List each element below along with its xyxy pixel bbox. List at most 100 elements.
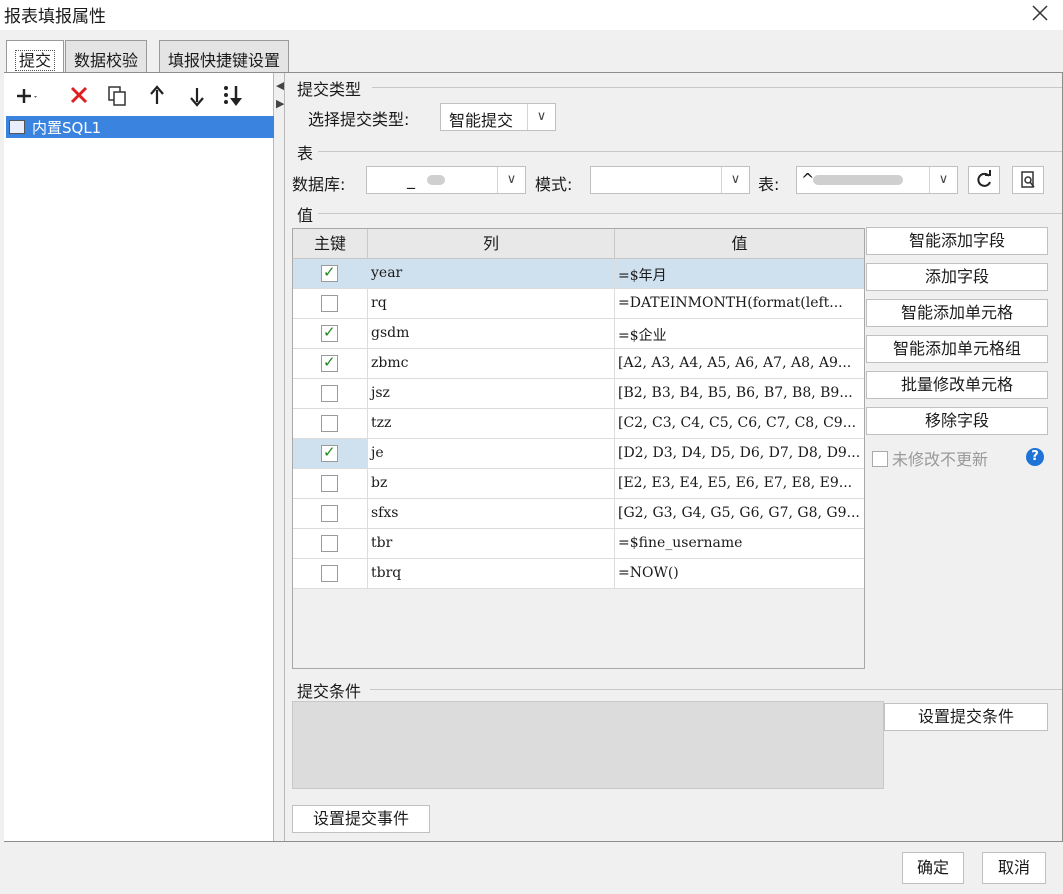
value-cell[interactable]: [D2, D3, D4, D5, D6, D7, D8, D9... <box>615 439 864 468</box>
primary-key-checkbox[interactable] <box>321 505 338 522</box>
table-row[interactable]: rq =DATEINMONTH(format(left... <box>293 289 864 319</box>
delete-icon[interactable] <box>66 82 94 110</box>
submit-type-group-title: 提交类型 <box>297 80 362 99</box>
tab-shortcut-settings-label: 填报快捷键设置 <box>168 51 281 70</box>
help-icon[interactable]: ? <box>1026 448 1044 466</box>
value-cell[interactable]: [C2, C3, C4, C5, C6, C7, C8, C9... <box>615 409 864 438</box>
refresh-icon[interactable] <box>968 166 1000 194</box>
primary-key-checkbox[interactable] <box>321 565 338 582</box>
column-name-cell[interactable]: gsdm <box>368 319 615 348</box>
column-name-cell[interactable]: sfxs <box>368 499 615 528</box>
smart-add-cell-button[interactable]: 智能添加单元格 <box>866 299 1048 327</box>
table-row[interactable]: bz [E2, E3, E4, E5, E6, E7, E8, E9... <box>293 469 864 499</box>
sql-table-icon <box>9 120 25 134</box>
checkbox-box <box>872 451 888 467</box>
primary-key-checkbox[interactable] <box>321 535 338 552</box>
remove-field-button[interactable]: 移除字段 <box>866 407 1048 435</box>
primary-key-cell <box>293 529 368 558</box>
value-cell[interactable]: [B2, B3, B4, B5, B6, B7, B8, B9... <box>615 379 864 408</box>
table-label: 表: <box>758 175 780 194</box>
redacted-mask <box>813 175 903 185</box>
arrow-down-icon[interactable] <box>184 82 212 110</box>
chevron-down-icon: ∨ <box>929 167 957 193</box>
cancel-button[interactable]: 取消 <box>982 852 1046 884</box>
value-group-title: 值 <box>297 206 314 225</box>
column-header-column[interactable]: 列 <box>368 229 615 259</box>
divider <box>318 213 1062 214</box>
database-select[interactable]: _ ∨ <box>366 166 526 194</box>
chevron-down-icon: ∨ <box>497 167 525 193</box>
set-submit-condition-button[interactable]: 设置提交条件 <box>884 703 1048 731</box>
batch-modify-cell-button[interactable]: 批量修改单元格 <box>866 371 1048 399</box>
value-cell[interactable]: [A2, A3, A4, A5, A6, A7, A8, A9... <box>615 349 864 378</box>
arrow-up-icon[interactable] <box>144 82 172 110</box>
primary-key-checkbox[interactable]: ✓ <box>321 353 338 372</box>
tab-shortcut-settings[interactable]: 填报快捷键设置 <box>159 40 290 73</box>
submit-type-select[interactable]: 智能提交 ∨ <box>440 103 556 131</box>
value-cell[interactable]: =$年月 <box>615 259 864 288</box>
divider <box>318 151 1062 152</box>
schema-label: 模式: <box>535 175 573 194</box>
tree-item-sql[interactable]: 内置SQL1 <box>6 116 274 138</box>
column-name-cell[interactable]: year <box>368 259 615 288</box>
pane-splitter[interactable]: ◀ ▶ <box>276 73 284 841</box>
primary-key-checkbox[interactable]: ✓ <box>321 443 338 462</box>
redacted-mask <box>427 175 445 185</box>
column-header-primary-key[interactable]: 主键 <box>293 229 368 259</box>
tab-data-validation-label: 数据校验 <box>74 51 139 70</box>
sort-icon[interactable] <box>220 82 248 110</box>
tab-submit[interactable]: 提交 <box>6 40 65 74</box>
table-row[interactable]: ✓ zbmc [A2, A3, A4, A5, A6, A7, A8, A9... <box>293 349 864 379</box>
value-cell[interactable]: =DATEINMONTH(format(left... <box>615 289 864 318</box>
primary-key-checkbox[interactable] <box>321 415 338 432</box>
column-name-cell[interactable]: tbrq <box>368 559 615 588</box>
window-title: 报表填报属性 <box>4 7 106 27</box>
table-row[interactable]: ✓ gsdm =$企业 <box>293 319 864 349</box>
plus-icon[interactable] <box>12 82 40 110</box>
smart-add-field-button[interactable]: 智能添加字段 <box>866 227 1048 255</box>
column-name-cell[interactable]: tzz <box>368 409 615 438</box>
preview-table-icon[interactable] <box>1012 166 1044 194</box>
primary-key-checkbox[interactable]: ✓ <box>321 323 338 342</box>
primary-key-checkbox[interactable]: ✓ <box>321 263 338 282</box>
primary-key-checkbox[interactable] <box>321 295 338 312</box>
ok-button[interactable]: 确定 <box>902 852 964 884</box>
value-cell[interactable]: [G2, G3, G4, G5, G6, G7, G8, G9... <box>615 499 864 528</box>
tab-data-validation[interactable]: 数据校验 <box>65 40 148 73</box>
primary-key-checkbox[interactable] <box>321 385 338 402</box>
no-update-unmodified-checkbox[interactable]: 未修改不更新 <box>872 446 988 470</box>
add-field-button[interactable]: 添加字段 <box>866 263 1048 291</box>
value-cell[interactable]: =$企业 <box>615 319 864 348</box>
column-name-cell[interactable]: rq <box>368 289 615 318</box>
column-name-cell[interactable]: je <box>368 439 615 468</box>
divider <box>370 689 1062 690</box>
dialog-footer: 确定 取消 <box>0 842 1063 894</box>
value-cell[interactable]: =$fine_username <box>615 529 864 558</box>
column-header-value[interactable]: 值 <box>615 229 864 259</box>
check-icon: ✓ <box>323 263 336 281</box>
table-row[interactable]: sfxs [G2, G3, G4, G5, G6, G7, G8, G9... <box>293 499 864 529</box>
copy-icon[interactable] <box>104 82 132 110</box>
value-cell[interactable]: [E2, E3, E4, E5, E6, E7, E8, E9... <box>615 469 864 498</box>
column-name-cell[interactable]: jsz <box>368 379 615 408</box>
primary-key-cell: ✓ <box>293 259 368 288</box>
submit-type-label: 选择提交类型: <box>308 110 410 129</box>
column-name-cell[interactable]: bz <box>368 469 615 498</box>
table-row[interactable]: ✓ je [D2, D3, D4, D5, D6, D7, D8, D9... <box>293 439 864 469</box>
table-row[interactable]: tbr =$fine_username <box>293 529 864 559</box>
table-row[interactable]: tbrq =NOW() <box>293 559 864 589</box>
primary-key-checkbox[interactable] <box>321 475 338 492</box>
close-icon[interactable] <box>1027 0 1053 26</box>
set-submit-event-button[interactable]: 设置提交事件 <box>292 805 430 833</box>
table-row[interactable]: tzz [C2, C3, C4, C5, C6, C7, C8, C9... <box>293 409 864 439</box>
column-name-cell[interactable]: tbr <box>368 529 615 558</box>
table-select[interactable]: ^ ∨ <box>796 166 958 194</box>
primary-key-cell <box>293 469 368 498</box>
table-row[interactable]: ✓ year =$年月 <box>293 259 864 289</box>
primary-key-cell: ✓ <box>293 319 368 348</box>
value-cell[interactable]: =NOW() <box>615 559 864 588</box>
column-name-cell[interactable]: zbmc <box>368 349 615 378</box>
table-row[interactable]: jsz [B2, B3, B4, B5, B6, B7, B8, B9... <box>293 379 864 409</box>
smart-add-cell-group-button[interactable]: 智能添加单元格组 <box>866 335 1048 363</box>
schema-select[interactable]: ∨ <box>590 166 750 194</box>
